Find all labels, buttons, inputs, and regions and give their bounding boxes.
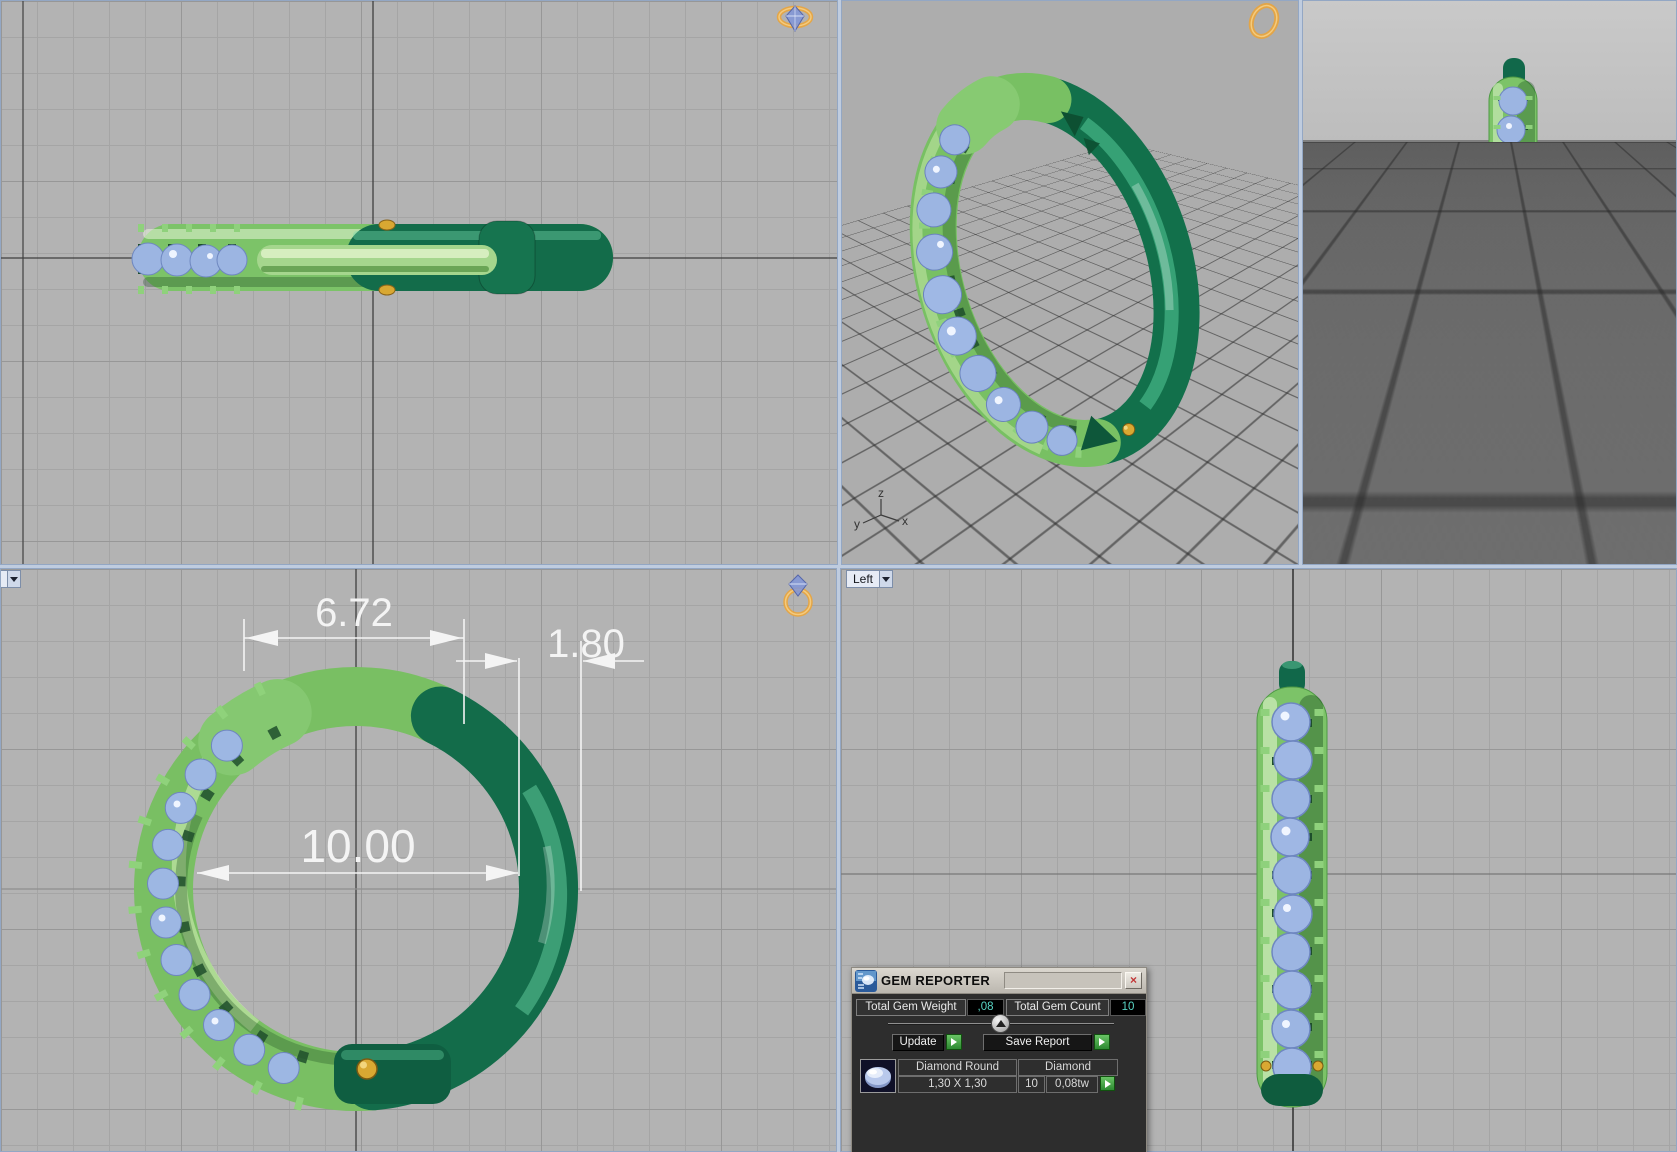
axis-label-z: z (1340, 486, 1346, 500)
axis-label-y: y (1316, 517, 1322, 531)
viewport-front-ortho[interactable]: 6.72 1.80 10.00 er (0, 568, 837, 1152)
dimension-top-span: 6.72 (315, 591, 393, 635)
front-view-canvas: 6.72 1.80 10.00 (1, 569, 837, 1152)
gem-row-total-weight: 0,08tw (1046, 1076, 1098, 1093)
ring-side-model[interactable] (132, 220, 613, 295)
gem-reporter-icon (855, 970, 877, 992)
viewport-title-dropdown[interactable]: Left (846, 570, 893, 588)
chevron-up-icon (996, 1020, 1006, 1027)
axis-label-x: x (902, 514, 908, 528)
viewport-perspective[interactable]: z y x (841, 0, 1299, 565)
total-gem-count-label: Total Gem Count (1006, 999, 1109, 1016)
gold-pin (1261, 1061, 1271, 1071)
dimension-tube-thickness: 1.80 (547, 622, 625, 666)
gold-pin (379, 220, 395, 230)
axis-label-x: x (1364, 514, 1370, 528)
dimension-inner-diameter: 10.00 (300, 820, 415, 872)
axis-label-y: y (854, 517, 860, 531)
total-gem-weight-label: Total Gem Weight (856, 999, 966, 1016)
application-window: z y x (0, 0, 1677, 1152)
play-icon (1099, 1038, 1105, 1046)
viewport-title-label: Left (846, 570, 879, 588)
gold-pin (1493, 406, 1499, 412)
update-run-button[interactable] (946, 1034, 962, 1050)
ring-perspective-icon (1242, 3, 1286, 41)
gold-pin (379, 285, 395, 295)
gem-thumbnail-image (861, 1060, 895, 1092)
gem-row-material: Diamond (1018, 1059, 1118, 1076)
titlebar-strip (1004, 972, 1122, 989)
gold-pin (1313, 1061, 1323, 1071)
panel-collapse-knob[interactable] (991, 1014, 1010, 1033)
perspective-canvas: z y x (842, 1, 1299, 565)
play-icon (1105, 1080, 1111, 1088)
ring-front-model[interactable] (134, 678, 559, 1105)
gold-pin (357, 1059, 377, 1079)
axis-triad (863, 499, 899, 523)
close-icon[interactable]: × (1125, 972, 1142, 989)
ring-edge-model[interactable] (1472, 58, 1556, 435)
axis-label-z: z (878, 486, 884, 500)
gem-row-detail-button[interactable] (1100, 1076, 1115, 1091)
viewport-top-ortho[interactable] (0, 0, 838, 565)
edge-view-gems (1497, 87, 1528, 405)
ring-top-view-icon (773, 3, 817, 33)
dialog-titlebar[interactable]: GEM REPORTER × (852, 968, 1146, 994)
axis-triad (1325, 499, 1361, 523)
hinge-sleeve (960, 104, 995, 126)
ring-left-edge-model[interactable] (1257, 661, 1327, 1107)
gem-row-count: 10 (1018, 1076, 1045, 1093)
save-report-run-button[interactable] (1094, 1034, 1110, 1050)
save-report-button[interactable]: Save Report (983, 1034, 1092, 1051)
gem-thumbnail[interactable] (860, 1059, 896, 1093)
dialog-title: GEM REPORTER (881, 973, 990, 988)
gem-row-shape: Diamond Round (898, 1059, 1017, 1076)
ring-perspective-model[interactable] (874, 62, 1218, 483)
right-render-canvas: z y x (1303, 1, 1677, 565)
side-view-canvas (1, 1, 838, 565)
gem-reporter-dialog: GEM REPORTER × Total Gem Weight ,08 Tota… (851, 967, 1147, 1152)
chevron-down-icon[interactable] (879, 570, 893, 588)
viewport-render-right[interactable]: z y x (1302, 0, 1677, 565)
update-button[interactable]: Update (892, 1034, 944, 1051)
total-gem-count-value[interactable]: 10 (1110, 999, 1146, 1016)
play-icon (951, 1038, 957, 1046)
viewport-title-label: er (0, 570, 7, 588)
chevron-down-icon[interactable] (7, 570, 21, 588)
viewport-title-dropdown[interactable]: er (0, 570, 21, 588)
ring-front-view-icon (780, 573, 820, 619)
gold-pin (1528, 406, 1534, 412)
gem-row-size: 1,30 X 1,30 (898, 1076, 1017, 1093)
